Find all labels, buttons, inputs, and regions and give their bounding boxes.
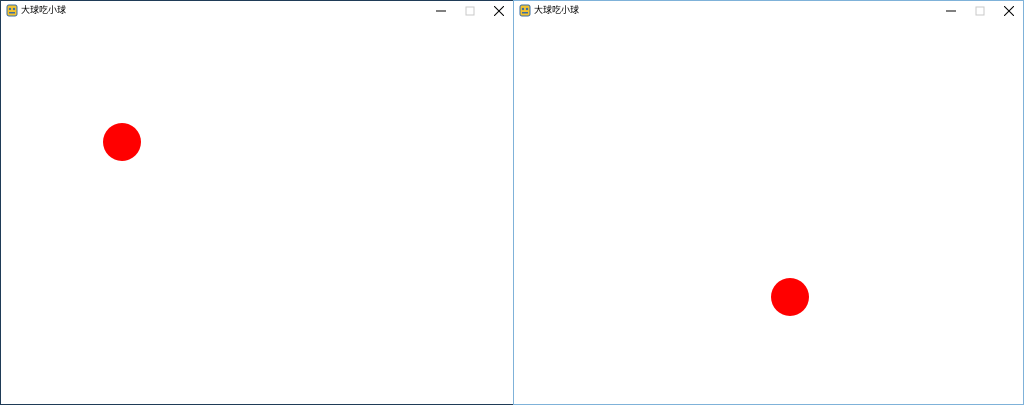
close-button[interactable] <box>994 1 1023 21</box>
maximize-icon <box>465 6 474 16</box>
minimize-icon <box>435 10 446 12</box>
red-ball <box>103 123 141 161</box>
maximize-button[interactable] <box>965 1 994 21</box>
game-canvas[interactable] <box>514 21 1023 404</box>
close-icon <box>493 6 504 16</box>
maximize-button[interactable] <box>455 1 484 21</box>
window-title: 大球吃小球 <box>534 6 580 16</box>
window-title: 大球吃小球 <box>21 6 67 16</box>
pygame-snake-icon <box>519 4 531 17</box>
desktop-stage: 大球吃小球 大球吃小球 <box>0 0 1024 405</box>
window-controls <box>426 1 513 21</box>
title-bar[interactable]: 大球吃小球 <box>514 1 1023 21</box>
close-button[interactable] <box>484 1 513 21</box>
game-window-left[interactable]: 大球吃小球 <box>0 0 514 405</box>
minimize-button[interactable] <box>426 1 455 21</box>
red-ball <box>771 278 809 316</box>
window-controls <box>936 1 1023 21</box>
game-window-right[interactable]: 大球吃小球 <box>513 0 1024 405</box>
pygame-snake-icon <box>6 4 18 17</box>
game-canvas[interactable] <box>1 21 513 404</box>
close-icon <box>1003 6 1014 16</box>
minimize-icon <box>945 10 956 12</box>
minimize-button[interactable] <box>936 1 965 21</box>
maximize-icon <box>975 6 984 16</box>
title-bar[interactable]: 大球吃小球 <box>1 1 513 21</box>
